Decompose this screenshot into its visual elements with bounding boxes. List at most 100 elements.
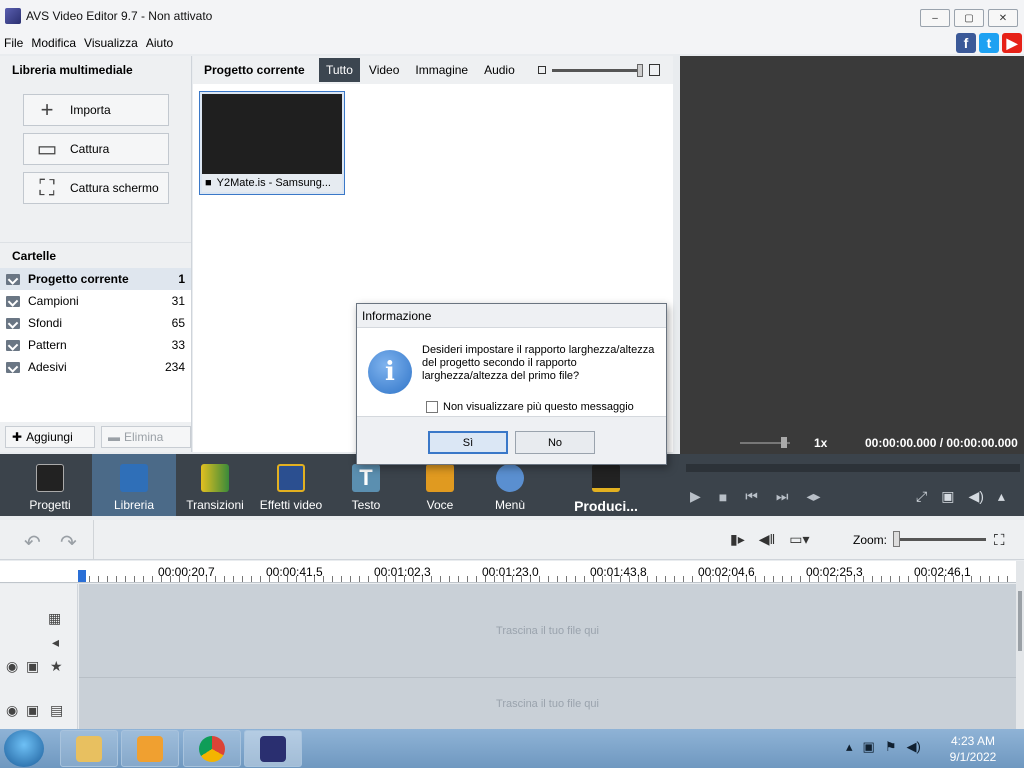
- tab-immagine[interactable]: Immagine: [408, 58, 475, 82]
- time-readout: 00:00:00.000 / 00:00:00.000: [865, 436, 1018, 450]
- taskbar-explorer[interactable]: [60, 730, 118, 767]
- window-title: AVS Video Editor 9.7 - Non attivato: [26, 9, 213, 23]
- folder-icon: [6, 339, 20, 351]
- folder-progetto-corrente[interactable]: Progetto corrente 1: [0, 268, 191, 290]
- yes-button[interactable]: Sì: [428, 431, 508, 454]
- effects-track[interactable]: Trascina il tuo file qui: [79, 679, 1016, 729]
- tab-audio[interactable]: Audio: [477, 58, 522, 82]
- dialog-message: Desideri impostare il rapporto larghezza…: [422, 344, 655, 382]
- info-icon: i: [368, 350, 412, 394]
- playhead-marker[interactable]: [78, 570, 86, 582]
- menu-aiuto[interactable]: Aiuto: [142, 36, 177, 50]
- screen-capture-button[interactable]: ⛶ Cattura schermo: [23, 172, 169, 204]
- stop-icon[interactable]: ■: [719, 489, 727, 505]
- tab-tutto[interactable]: Tutto: [319, 58, 360, 82]
- previous-frame-icon[interactable]: ⏮: [745, 488, 758, 505]
- start-button[interactable]: [4, 730, 44, 767]
- tool-effetti-video[interactable]: Effetti video: [256, 454, 326, 516]
- video-camera-icon: ■: [205, 177, 212, 189]
- import-button[interactable]: + Importa: [23, 94, 169, 126]
- star-effects-icon: [277, 464, 305, 492]
- media-file-thumbnail[interactable]: ■ Y2Mate.is - Samsung...: [199, 91, 345, 195]
- media-player-icon: [137, 735, 163, 762]
- aspect-ratio-icon[interactable]: ▭▾: [789, 531, 809, 548]
- lock-icon[interactable]: ▣: [26, 658, 39, 675]
- timeline-ruler[interactable]: 00:00:20.7 00:00:41.5 00:01:02.3 00:01:2…: [0, 561, 1016, 583]
- redo-icon[interactable]: ↷: [60, 530, 77, 555]
- dont-show-again-checkbox[interactable]: Non visualizzare più questo messaggio: [426, 401, 634, 413]
- play-icon[interactable]: ▶: [690, 488, 701, 505]
- app-logo-icon: [5, 8, 21, 24]
- frame-step-icon[interactable]: ◂▸: [806, 488, 820, 505]
- video-track-icon: ▦: [48, 610, 62, 626]
- menu-file[interactable]: File: [0, 36, 27, 50]
- lock-icon[interactable]: ▣: [26, 702, 39, 719]
- eye-icon[interactable]: ◉: [6, 658, 18, 675]
- playback-progress[interactable]: [686, 464, 1020, 472]
- main-video-track[interactable]: Trascina il tuo file qui: [79, 584, 1016, 678]
- media-title: Progetto corrente: [204, 63, 305, 77]
- eye-icon[interactable]: ◉: [6, 702, 18, 719]
- zoom-fit-icon[interactable]: ⛶: [994, 532, 1005, 549]
- folder-pattern[interactable]: Pattern 33: [0, 334, 191, 356]
- minus-icon: ▬: [108, 430, 120, 444]
- action-center-icon[interactable]: ⚑: [885, 739, 897, 755]
- drop-hint: Trascina il tuo file qui: [496, 624, 599, 637]
- add-folder-button[interactable]: ✚ Aggiungi: [5, 426, 95, 448]
- zoom-slider[interactable]: [896, 538, 986, 541]
- zoom-label: Zoom:: [853, 533, 888, 547]
- avs-editor-icon: [260, 735, 286, 762]
- tool-libreria[interactable]: Libreria: [92, 454, 176, 516]
- large-size-icon: [648, 64, 660, 76]
- twitter-icon[interactable]: t: [979, 33, 999, 53]
- tool-progetti[interactable]: Progetti: [10, 454, 90, 516]
- network-icon[interactable]: ▣: [863, 739, 875, 755]
- thumbnail-size-slider[interactable]: [538, 63, 660, 77]
- camera-icon: ▭: [36, 136, 58, 161]
- minimize-button[interactable]: ‒: [920, 9, 950, 27]
- taskbar-avs-editor[interactable]: [244, 730, 302, 767]
- taskbar-media-player[interactable]: [121, 730, 179, 767]
- timeline-scrollbar[interactable]: [1016, 561, 1024, 729]
- audio-mixer-icon[interactable]: ◀‖: [759, 531, 776, 548]
- tool-transizioni[interactable]: Transizioni: [180, 454, 250, 516]
- folder-sfondi[interactable]: Sfondi 65: [0, 312, 191, 334]
- speed-slider-thumb[interactable]: [781, 437, 787, 448]
- folder-icon: [6, 273, 20, 285]
- folder-icon: [6, 295, 20, 307]
- show-hidden-icons[interactable]: ▴: [846, 739, 853, 755]
- taskbar-chrome[interactable]: [183, 730, 241, 767]
- timeline-tracks[interactable]: Trascina il tuo file qui Trascina il tuo…: [79, 584, 1016, 729]
- zoom-slider-thumb[interactable]: [893, 531, 900, 547]
- storyboard-toggle-icon[interactable]: ▮▸: [730, 531, 745, 548]
- facebook-icon[interactable]: f: [956, 33, 976, 53]
- plus-icon: ✚: [12, 430, 23, 444]
- system-clock[interactable]: 4:23 AM 9/1/2022: [944, 733, 1002, 765]
- close-button[interactable]: ✕: [988, 9, 1018, 27]
- capture-button[interactable]: ▭ Cattura: [23, 133, 169, 165]
- slider-thumb[interactable]: [636, 63, 643, 77]
- speaker-icon[interactable]: ◀): [906, 739, 920, 755]
- no-button[interactable]: No: [515, 431, 595, 454]
- volume-icon[interactable]: ◀): [968, 488, 983, 505]
- folder-campioni[interactable]: Campioni 31: [0, 290, 191, 312]
- next-frame-icon[interactable]: ⏭: [776, 488, 789, 505]
- snapshot-icon[interactable]: ▣: [941, 488, 954, 505]
- chrome-icon: [199, 735, 225, 762]
- menu-modifica[interactable]: Modifica: [27, 36, 80, 50]
- detach-preview-icon[interactable]: ⤢: [916, 488, 927, 505]
- track-headers: ▦ ◂ ◉ ▣ ★ ◉ ▣ ▤: [0, 584, 78, 729]
- drop-hint: Trascina il tuo file qui: [496, 698, 599, 710]
- checkbox-box[interactable]: [426, 401, 438, 413]
- youtube-icon[interactable]: ▶: [1002, 33, 1022, 53]
- preview-screen: [680, 56, 1024, 452]
- menu-visualizza[interactable]: Visualizza: [80, 36, 142, 50]
- tab-video[interactable]: Video: [362, 58, 406, 82]
- folder-adesivi[interactable]: Adesivi 234: [0, 356, 191, 378]
- undo-icon[interactable]: ↶: [24, 530, 41, 555]
- preview-bar: 1x 00:00:00.000 / 00:00:00.000: [680, 432, 1024, 454]
- maximize-button[interactable]: ▢: [954, 9, 984, 27]
- small-size-icon: [538, 66, 546, 74]
- remove-folder-button[interactable]: ▬ Elimina: [101, 426, 191, 448]
- expand-arrow-icon[interactable]: ▴: [998, 488, 1005, 505]
